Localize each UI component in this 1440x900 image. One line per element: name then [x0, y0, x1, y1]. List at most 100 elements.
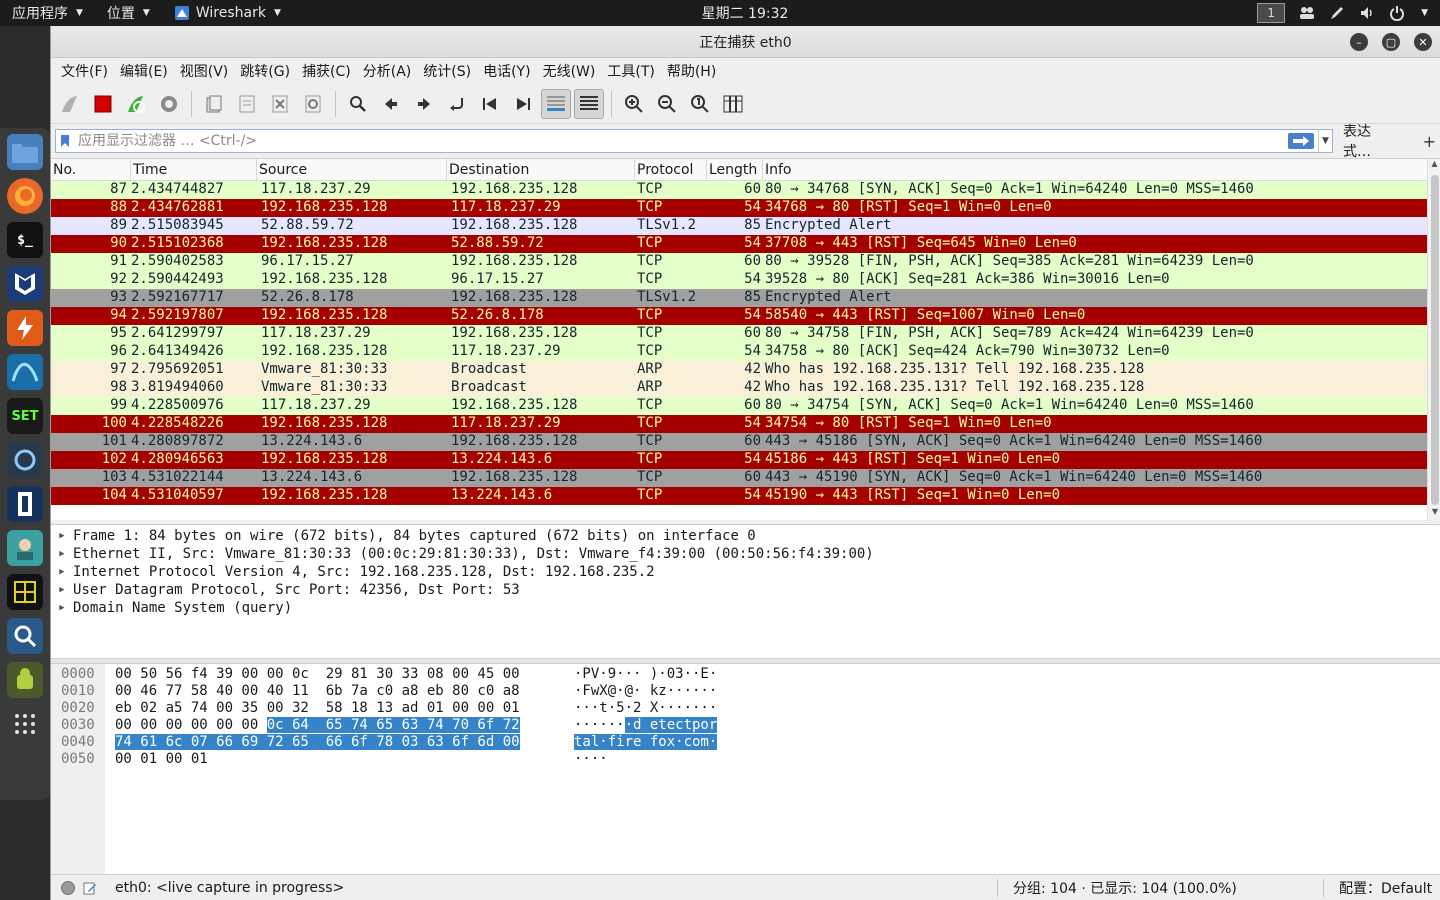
packet-row[interactable]: 93 2.592167717 52.26.8.178 192.168.235.128 T…	[51, 289, 1440, 307]
detail-tree-item[interactable]: ▶ Domain Name System (query)	[51, 599, 1440, 617]
expand-arrow-icon[interactable]: ▶	[51, 585, 73, 595]
capture-options-button[interactable]	[154, 89, 184, 119]
column-header-protocol[interactable]: Protocol	[635, 159, 707, 180]
packet-row[interactable]: 87 2.434744827 117.18.237.29 192.168.235.12…	[51, 181, 1440, 199]
titlebar[interactable]: 正在捕获 eth0 – ▢ ✕	[51, 26, 1440, 58]
packet-row[interactable]: 97 2.795692051 Vmware_81:30:33 Broadcast ARP…	[51, 361, 1440, 379]
expert-info-icon[interactable]	[61, 880, 75, 895]
column-header-destination[interactable]: Destination	[447, 159, 635, 180]
go-back-button[interactable]	[376, 89, 406, 119]
terminal-icon[interactable]: $_	[7, 222, 43, 258]
minimize-button[interactable]: –	[1350, 33, 1368, 51]
menu-item-3[interactable]: 跳转(G)	[234, 59, 296, 83]
first-packet-button[interactable]	[475, 89, 505, 119]
go-to-packet-button[interactable]	[442, 89, 472, 119]
ascii-bytes[interactable]: ·PV·9··· )·03··E·	[574, 666, 717, 682]
bookmark-icon[interactable]	[56, 130, 74, 152]
save-file-button[interactable]	[232, 89, 262, 119]
hex-bytes[interactable]: 00 50 56 f4 39 00 00 0c 29 81 30 33 08 0…	[115, 666, 520, 682]
detail-tree-item[interactable]: ▶ Ethernet II, Src: Vmware_81:30:33 (00:0…	[51, 545, 1440, 563]
packet-row[interactable]: 88 2.434762881 192.168.235.128 117.18.237.2…	[51, 199, 1440, 217]
resize-columns-button[interactable]	[718, 89, 748, 119]
column-header-source[interactable]: Source	[257, 159, 447, 180]
start-capture-button[interactable]	[55, 89, 85, 119]
profile-text[interactable]: 配置：Default	[1339, 878, 1432, 898]
autoscroll-button[interactable]	[541, 88, 571, 119]
packet-row[interactable]: 103 4.531022144 13.224.143.6 192.168.235.12…	[51, 469, 1440, 487]
close-button[interactable]: ✕	[1414, 33, 1432, 51]
search-tool-icon[interactable]	[7, 618, 43, 654]
zoom-in-button[interactable]	[619, 89, 649, 119]
menu-item-9[interactable]: 工具(T)	[601, 59, 660, 83]
menu-item-7[interactable]: 电话(Y)	[477, 59, 536, 83]
clock[interactable]: 星期二 19:32	[702, 6, 789, 22]
column-header-length[interactable]: Length	[707, 159, 763, 180]
close-file-button[interactable]	[265, 89, 295, 119]
packet-row[interactable]: 99 4.228500976 117.18.237.29 192.168.235.12…	[51, 397, 1440, 415]
workspace-indicator[interactable]: 1	[1257, 3, 1286, 23]
packet-row[interactable]: 91 2.590402583 96.17.15.27 192.168.235.128 T…	[51, 253, 1440, 271]
find-packet-button[interactable]	[343, 89, 373, 119]
stop-capture-button[interactable]	[88, 89, 118, 119]
ascii-bytes[interactable]: tal·fire fox·com·	[574, 734, 718, 750]
apply-filter-arrow-icon[interactable]	[1288, 133, 1314, 149]
packet-list-scrollbar[interactable]: ▲ ▼	[1427, 159, 1440, 521]
show-apps-icon[interactable]	[7, 706, 43, 742]
colorize-button[interactable]	[574, 88, 604, 119]
packet-row[interactable]: 90 2.515102368 192.168.235.128 52.88.59.72 T…	[51, 235, 1440, 253]
scroll-down-icon[interactable]: ▼	[1428, 507, 1440, 521]
power-icon[interactable]	[1389, 5, 1405, 21]
ascii-bytes[interactable]: ·······d etectpor	[574, 717, 718, 733]
column-header-info[interactable]: Info	[763, 159, 1440, 180]
active-app-menu[interactable]: Wireshark ▼	[162, 0, 293, 26]
ascii-bytes[interactable]: ···t·5·2 X·······	[574, 700, 717, 716]
android-tool-icon[interactable]	[7, 662, 43, 698]
menu-item-2[interactable]: 视图(V)	[174, 59, 235, 83]
hex-bytes[interactable]: 74 61 6c 07 66 69 72 65 66 6f 78 03 63 6…	[115, 734, 520, 750]
burpsuite-icon[interactable]	[7, 310, 43, 346]
files-icon[interactable]	[7, 134, 43, 170]
menu-item-4[interactable]: 捕获(C)	[296, 59, 357, 83]
volume-icon[interactable]	[1359, 5, 1375, 21]
last-packet-button[interactable]	[508, 89, 538, 119]
expression-button[interactable]: 表达式…	[1343, 121, 1395, 161]
firefox-icon[interactable]	[7, 178, 43, 214]
maximize-button[interactable]: ▢	[1382, 33, 1400, 51]
menu-item-10[interactable]: 帮助(H)	[661, 59, 722, 83]
reload-file-button[interactable]	[298, 89, 328, 119]
menu-item-1[interactable]: 编辑(E)	[114, 59, 174, 83]
display-filter-input[interactable]	[74, 133, 1288, 149]
exploit-tool-icon[interactable]	[7, 486, 43, 522]
expand-arrow-icon[interactable]: ▶	[51, 603, 73, 613]
metasploit-icon[interactable]	[7, 266, 43, 302]
expand-arrow-icon[interactable]: ▶	[51, 567, 73, 577]
pen-icon[interactable]	[1329, 5, 1345, 21]
caret-down-icon[interactable]: ▼	[1421, 8, 1428, 18]
packet-row[interactable]: 96 2.641349426 192.168.235.128 117.18.237.2…	[51, 343, 1440, 361]
avatar-tool-icon[interactable]	[7, 530, 43, 566]
expand-arrow-icon[interactable]: ▶	[51, 531, 73, 541]
packet-row[interactable]: 89 2.515083945 52.88.59.72 192.168.235.128 T…	[51, 217, 1440, 235]
zoom-reset-button[interactable]	[685, 89, 715, 119]
packet-row[interactable]: 104 4.531040597 192.168.235.128 13.224.143.…	[51, 487, 1440, 505]
hex-bytes[interactable]: eb 02 a5 74 00 35 00 32 58 18 13 ad 01 0…	[115, 700, 520, 716]
set-toolkit-icon[interactable]: SET	[7, 398, 43, 434]
packet-row[interactable]: 100 4.228548226 192.168.235.128 117.18.237.…	[51, 415, 1440, 433]
open-file-button[interactable]	[199, 89, 229, 119]
menu-item-6[interactable]: 统计(S)	[417, 59, 477, 83]
expand-arrow-icon[interactable]: ▶	[51, 549, 73, 559]
ascii-bytes[interactable]: ····	[574, 751, 608, 767]
scrollbar-thumb[interactable]	[1431, 175, 1439, 505]
packet-row[interactable]: 98 3.819494060 Vmware_81:30:33 Broadcast ARP…	[51, 379, 1440, 397]
detail-tree-item[interactable]: ▶ Internet Protocol Version 4, Src: 192.1…	[51, 563, 1440, 581]
hex-bytes[interactable]: 00 01 00 01	[115, 751, 208, 767]
packet-row[interactable]: 92 2.590442493 192.168.235.128 96.17.15.27 T…	[51, 271, 1440, 289]
places-menu[interactable]: 位置 ▼	[95, 0, 162, 26]
packet-row[interactable]: 94 2.592197807 192.168.235.128 52.26.8.178 T…	[51, 307, 1440, 325]
packet-row[interactable]: 95 2.641299797 117.18.237.29 192.168.235.12…	[51, 325, 1440, 343]
ascii-bytes[interactable]: ·FwX@·@· kz······	[574, 683, 717, 699]
detail-tree-item[interactable]: ▶ User Datagram Protocol, Src Port: 42356…	[51, 581, 1440, 599]
packet-row[interactable]: 101 4.280897872 13.224.143.6 192.168.235.12…	[51, 433, 1440, 451]
scroll-up-icon[interactable]: ▲	[1428, 159, 1440, 173]
capture-comment-icon[interactable]	[83, 881, 97, 895]
